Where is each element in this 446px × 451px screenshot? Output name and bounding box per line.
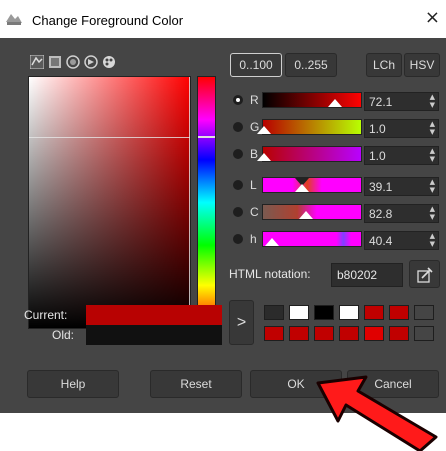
channel-slider-h[interactable]	[262, 231, 362, 247]
gimp-selector-icon[interactable]	[30, 55, 44, 69]
channel-slider-b[interactable]	[257, 146, 362, 162]
old-color-swatch[interactable]	[86, 325, 222, 345]
channel-radio-g[interactable]	[233, 122, 243, 132]
slider-indicator-h	[265, 238, 279, 246]
spin-arrows-icon[interactable]: ▲ ▼	[430, 120, 435, 136]
channel-radio-l[interactable]	[233, 180, 243, 190]
channel-value-g: 1.0	[369, 122, 386, 136]
channel-label-c: C	[250, 205, 259, 219]
spin-arrows-icon[interactable]: ▲ ▼	[430, 147, 435, 163]
gimp-app-icon	[6, 14, 22, 25]
reset-button[interactable]: Reset	[150, 370, 242, 398]
html-notation-value: b80202	[337, 268, 378, 282]
channel-value-r: 72.1	[369, 95, 393, 109]
channel-slider-r[interactable]	[262, 92, 362, 108]
saturation-value-square[interactable]	[28, 76, 191, 329]
color-dialog: 0..100 0..255 LCh HSV R 72.1 ▲ ▼ G 1.0 ▲ ▼…	[0, 38, 446, 413]
slider-indicator-l	[295, 184, 309, 192]
channel-label-l: L	[250, 178, 257, 192]
history-swatch[interactable]	[414, 326, 434, 341]
history-swatch[interactable]	[264, 326, 284, 341]
spin-arrows-icon[interactable]: ▲ ▼	[430, 178, 435, 194]
range-0-255-button[interactable]: 0..255	[285, 53, 337, 77]
html-notation-label: HTML notation:	[229, 267, 311, 281]
history-swatch[interactable]	[389, 326, 409, 341]
current-label: Current:	[24, 308, 68, 322]
hsv-button[interactable]: HSV	[404, 53, 440, 77]
channel-spin-c[interactable]: 82.8 ▲ ▼	[364, 204, 439, 223]
square-crosshair-vertical	[189, 77, 190, 328]
channel-spin-r[interactable]: 72.1 ▲ ▼	[364, 92, 439, 111]
channel-spin-b[interactable]: 1.0 ▲ ▼	[364, 146, 439, 165]
history-swatch[interactable]	[339, 326, 359, 341]
channel-label-r: R	[250, 93, 259, 107]
title-bar: Change Foreground Color ×	[0, 0, 446, 38]
slider-indicator-b	[257, 153, 271, 161]
history-swatch[interactable]	[364, 305, 384, 320]
lch-button[interactable]: LCh	[366, 53, 402, 77]
eyedropper-icon	[417, 267, 433, 283]
channel-value-l: 39.1	[369, 180, 393, 194]
channel-radio-h[interactable]	[233, 234, 243, 244]
spin-arrows-icon[interactable]: ▲ ▼	[430, 232, 435, 248]
channel-radio-b[interactable]	[233, 149, 243, 159]
slider-indicator-c	[299, 211, 313, 219]
channel-spin-g[interactable]: 1.0 ▲ ▼	[364, 119, 439, 138]
scales-icon[interactable]	[48, 55, 62, 69]
channel-slider-l[interactable]	[262, 177, 362, 193]
channel-spin-h[interactable]: 40.4 ▲ ▼	[364, 231, 439, 250]
hue-strip[interactable]	[197, 76, 216, 329]
history-arrow-button[interactable]: >	[229, 300, 254, 345]
channel-slider-c[interactable]	[262, 204, 362, 220]
channel-value-h: 40.4	[369, 234, 393, 248]
spin-arrows-icon[interactable]: ▲ ▼	[430, 93, 435, 109]
old-label: Old:	[52, 328, 75, 342]
channel-label-h: h	[250, 232, 257, 246]
history-swatch[interactable]	[339, 305, 359, 320]
range-0-100-button[interactable]: 0..100	[230, 53, 282, 77]
html-notation-input[interactable]: b80202	[331, 263, 403, 287]
history-swatch[interactable]	[414, 305, 434, 320]
history-swatch[interactable]	[289, 305, 309, 320]
watercolor-icon[interactable]	[66, 55, 80, 69]
history-swatch[interactable]	[314, 305, 334, 320]
triangle-icon[interactable]	[84, 55, 98, 69]
history-swatch[interactable]	[264, 305, 284, 320]
channel-radio-r[interactable]	[233, 95, 243, 105]
window-title: Change Foreground Color	[32, 13, 184, 28]
slider-indicator-r	[328, 99, 342, 107]
red-arrow-icon	[316, 375, 438, 451]
channel-radio-c[interactable]	[233, 207, 243, 217]
channel-slider-g[interactable]	[257, 119, 362, 135]
help-button[interactable]: Help	[27, 370, 119, 398]
palette-icon[interactable]	[102, 55, 116, 69]
close-icon[interactable]: ×	[425, 9, 440, 27]
spin-arrows-icon[interactable]: ▲ ▼	[430, 205, 435, 221]
hue-marker	[198, 136, 215, 138]
slider-indicator-g	[257, 126, 271, 134]
eyedropper-button[interactable]	[409, 260, 440, 288]
history-swatch[interactable]	[364, 326, 384, 341]
square-crosshair-horizontal	[29, 137, 190, 138]
channel-spin-l[interactable]: 39.1 ▲ ▼	[364, 177, 439, 196]
history-swatch[interactable]	[314, 326, 334, 341]
current-color-swatch	[86, 305, 222, 325]
history-swatch[interactable]	[389, 305, 409, 320]
channel-value-b: 1.0	[369, 149, 386, 163]
history-swatch[interactable]	[289, 326, 309, 341]
channel-value-c: 82.8	[369, 207, 393, 221]
